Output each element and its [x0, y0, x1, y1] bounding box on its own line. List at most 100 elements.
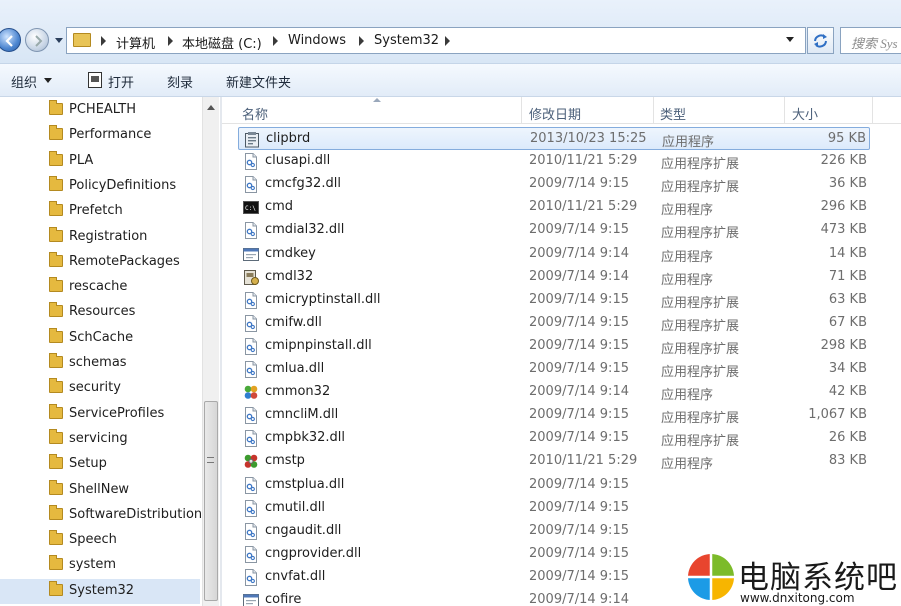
nav-item[interactable]: PLA — [0, 149, 200, 174]
file-type: 应用程序扩展 — [661, 341, 740, 357]
nav-item-label: SchCache — [69, 329, 134, 345]
new-folder-button[interactable]: 新建文件夹 — [226, 72, 291, 91]
search-input[interactable]: 搜索 Sys — [840, 27, 901, 54]
dll-file-icon — [243, 499, 259, 517]
refresh-button[interactable] — [807, 27, 834, 54]
nav-item[interactable]: ServiceProfiles — [0, 402, 200, 427]
open-button[interactable]: 打开 — [108, 72, 134, 91]
file-row[interactable]: cmstplua.dll 2009/7/14 9:15 — [238, 474, 870, 497]
breadcrumb-windows[interactable]: Windows — [288, 33, 346, 48]
file-type: 应用程序 — [661, 203, 714, 219]
nav-item[interactable]: SoftwareDistribution — [0, 503, 202, 528]
folder-icon — [49, 353, 63, 368]
chevron-down-icon[interactable] — [44, 78, 52, 83]
sort-ascending-icon — [373, 98, 381, 102]
nav-item[interactable]: System32 — [0, 578, 200, 604]
nav-item[interactable]: Performance — [0, 123, 200, 148]
breadcrumb-computer[interactable]: 计算机 — [116, 33, 155, 52]
nav-item[interactable]: SchCache — [0, 326, 200, 351]
folder-icon — [49, 580, 63, 596]
nav-item[interactable]: PCHEALTH — [0, 98, 200, 123]
file-row[interactable]: cmcfg32.dll 2009/7/14 9:15 应用程序扩展 36 KB — [238, 173, 870, 196]
file-row[interactable]: cmdial32.dll 2009/7/14 9:15 应用程序扩展 473 KB — [238, 219, 870, 242]
folder-icon — [49, 428, 63, 444]
burn-button[interactable]: 刻录 — [167, 72, 193, 91]
file-modified-date: 2010/11/21 5:29 — [529, 153, 638, 169]
column-divider[interactable] — [872, 97, 873, 124]
column-header-modified[interactable]: 修改日期 — [529, 104, 581, 123]
file-row[interactable]: cmdkey 2009/7/14 9:14 应用程序 14 KB — [238, 243, 870, 266]
nav-item[interactable]: schemas — [0, 351, 200, 376]
file-row[interactable]: clipbrd 2013/10/23 15:25 应用程序 95 KB — [238, 127, 870, 150]
file-row[interactable]: cngaudit.dll 2009/7/14 9:15 — [238, 520, 870, 543]
folder-icon — [49, 201, 63, 217]
organize-button[interactable]: 组织 — [11, 72, 37, 91]
nav-item-label: servicing — [69, 430, 128, 446]
breadcrumb-separator-icon[interactable] — [445, 36, 450, 46]
file-row[interactable]: cmstp 2010/11/21 5:29 应用程序 83 KB — [238, 450, 870, 473]
file-type: 应用程序扩展 — [661, 318, 740, 334]
nav-item-label: Setup — [69, 456, 107, 472]
nav-item[interactable]: Prefetch — [0, 199, 200, 224]
column-header-type[interactable]: 类型 — [660, 104, 686, 123]
nav-item[interactable]: RemotePackages — [0, 250, 200, 275]
nav-item[interactable]: rescache — [0, 275, 200, 300]
file-size: 71 KB — [828, 268, 867, 284]
file-row[interactable]: cmncliM.dll 2009/7/14 9:15 应用程序扩展 1,067 KB — [238, 404, 870, 427]
file-row[interactable]: cmlua.dll 2009/7/14 9:15 应用程序扩展 34 KB — [238, 358, 870, 381]
dll-file-icon — [243, 568, 259, 586]
nav-item[interactable]: Speech — [0, 528, 200, 553]
column-header-size[interactable]: 大小 — [792, 104, 818, 123]
file-list: 名称 修改日期 类型 大小 clipbrd 2013/10/23 15:25 应用程… — [222, 97, 901, 606]
recent-pages-dropdown-icon[interactable] — [55, 36, 63, 44]
back-arrow-icon — [5, 35, 13, 47]
forward-button[interactable] — [25, 28, 49, 52]
column-divider[interactable] — [784, 97, 785, 124]
file-row[interactable]: cmicryptinstall.dll 2009/7/14 9:15 应用程序扩展 6… — [238, 289, 870, 312]
file-type: 应用程序扩展 — [661, 295, 740, 311]
file-modified-date: 2009/7/14 9:15 — [529, 222, 629, 238]
nav-item[interactable]: servicing — [0, 427, 200, 452]
file-row[interactable]: cmmon32 2009/7/14 9:14 应用程序 42 KB — [238, 381, 870, 404]
watermark-url: www.dnxitong.com — [740, 591, 855, 605]
breadcrumb-separator-icon[interactable] — [359, 36, 364, 46]
cmd-icon: C:\ — [243, 199, 259, 216]
file-row[interactable]: cmifw.dll 2009/7/14 9:15 应用程序扩展 67 KB — [238, 312, 870, 335]
file-size: 34 KB — [828, 361, 867, 376]
nav-item[interactable]: Resources — [0, 300, 200, 325]
nav-item-label: PCHEALTH — [69, 102, 136, 117]
file-row[interactable]: cmpbk32.dll 2009/7/14 9:15 应用程序扩展 26 KB — [238, 427, 870, 450]
file-row[interactable]: C:\ cmd 2010/11/21 5:29 应用程序 296 KB — [238, 196, 870, 219]
nav-item[interactable]: PolicyDefinitions — [0, 174, 200, 199]
breadcrumb-separator-icon[interactable] — [273, 36, 278, 46]
breadcrumb[interactable]: 计算机 本地磁盘 (C:) Windows System32 — [66, 27, 806, 54]
file-row[interactable]: cmutil.dll 2009/7/14 9:15 — [238, 497, 870, 520]
column-divider[interactable] — [521, 97, 522, 124]
dll-file-icon — [243, 153, 259, 171]
nav-scrollbar[interactable] — [202, 97, 219, 606]
file-name: clusapi.dll — [265, 153, 331, 169]
nav-item[interactable]: Registration — [0, 225, 200, 250]
back-button[interactable] — [0, 28, 21, 52]
file-row[interactable]: clusapi.dll 2010/11/21 5:29 应用程序扩展 226 KB — [238, 150, 870, 173]
file-row[interactable]: cmipnpinstall.dll 2009/7/14 9:15 应用程序扩展 298… — [238, 335, 870, 358]
file-name: cmicryptinstall.dll — [265, 291, 381, 307]
nav-item[interactable]: system — [0, 553, 200, 578]
file-name: cnvfat.dll — [265, 568, 326, 584]
nav-item[interactable]: security — [0, 376, 200, 401]
column-divider[interactable] — [653, 97, 654, 124]
breadcrumb-system32[interactable]: System32 — [374, 33, 439, 48]
breadcrumb-separator-icon[interactable] — [101, 36, 106, 46]
breadcrumb-local-disk[interactable]: 本地磁盘 (C:) — [182, 33, 262, 52]
scrollbar-thumb[interactable] — [204, 401, 218, 601]
nav-item[interactable]: ShellNew — [0, 478, 200, 503]
address-history-dropdown-icon[interactable] — [786, 37, 794, 42]
column-header-name[interactable]: 名称 — [242, 104, 268, 123]
scroll-up-icon[interactable] — [207, 105, 215, 110]
file-name: cmstp — [265, 453, 305, 469]
file-name: clipbrd — [266, 131, 311, 146]
file-row[interactable]: cmdl32 2009/7/14 9:14 应用程序 71 KB — [238, 266, 870, 289]
nav-item[interactable]: Setup — [0, 452, 200, 477]
breadcrumb-separator-icon[interactable] — [168, 36, 173, 46]
refresh-icon — [814, 34, 827, 48]
